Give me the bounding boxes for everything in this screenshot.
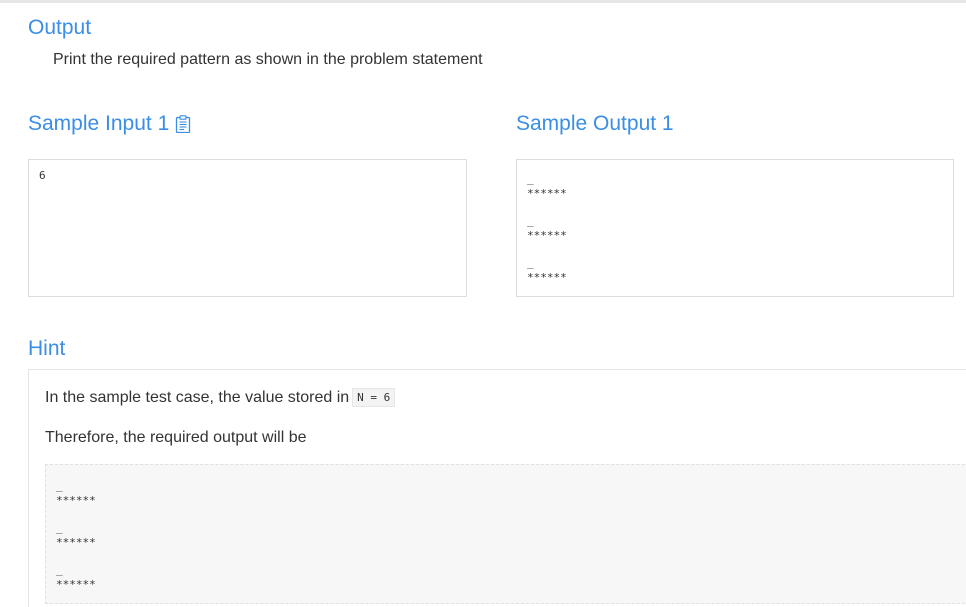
hint-text-1: In the sample test case, the value store…	[45, 389, 350, 406]
output-description: Print the required pattern as shown in t…	[53, 51, 483, 68]
sample-input-box: 6	[28, 159, 467, 297]
clipboard-icon[interactable]	[175, 115, 191, 133]
hint-box: In the sample test case, the value store…	[28, 369, 966, 607]
hint-code-line: _	[56, 521, 63, 534]
sample-output-heading: Sample Output 1	[516, 112, 674, 135]
hint-text-2: Therefore, the required output will be	[45, 429, 307, 446]
hint-code-line: ******	[56, 494, 96, 507]
sample-output-line: _	[527, 172, 534, 185]
sample-input-heading: Sample Input 1	[28, 112, 170, 135]
hint-code-line: _	[56, 479, 63, 492]
sample-output-line: ******	[527, 229, 567, 242]
top-divider	[0, 0, 966, 3]
sample-output-line: ******	[527, 271, 567, 284]
hint-heading: Hint	[28, 337, 66, 360]
hint-code-line: ******	[56, 536, 96, 549]
sample-input-value: 6	[39, 169, 46, 182]
sample-output-box: _ ****** _ ****** _ ******	[516, 159, 954, 297]
output-heading: Output	[28, 16, 92, 39]
sample-output-line: _	[527, 214, 534, 227]
hint-code-line: _	[56, 563, 63, 576]
problem-page: Output Print the required pattern as sho…	[0, 0, 966, 607]
sample-output-line: ******	[527, 187, 567, 200]
hint-inline-code: N = 6	[352, 388, 396, 407]
hint-code-block: _ ****** _ ****** _ ******	[45, 464, 966, 604]
hint-code-line: ******	[56, 578, 96, 591]
hint-text-line-1: In the sample test case, the value store…	[45, 388, 396, 408]
sample-output-line: _	[527, 256, 534, 269]
